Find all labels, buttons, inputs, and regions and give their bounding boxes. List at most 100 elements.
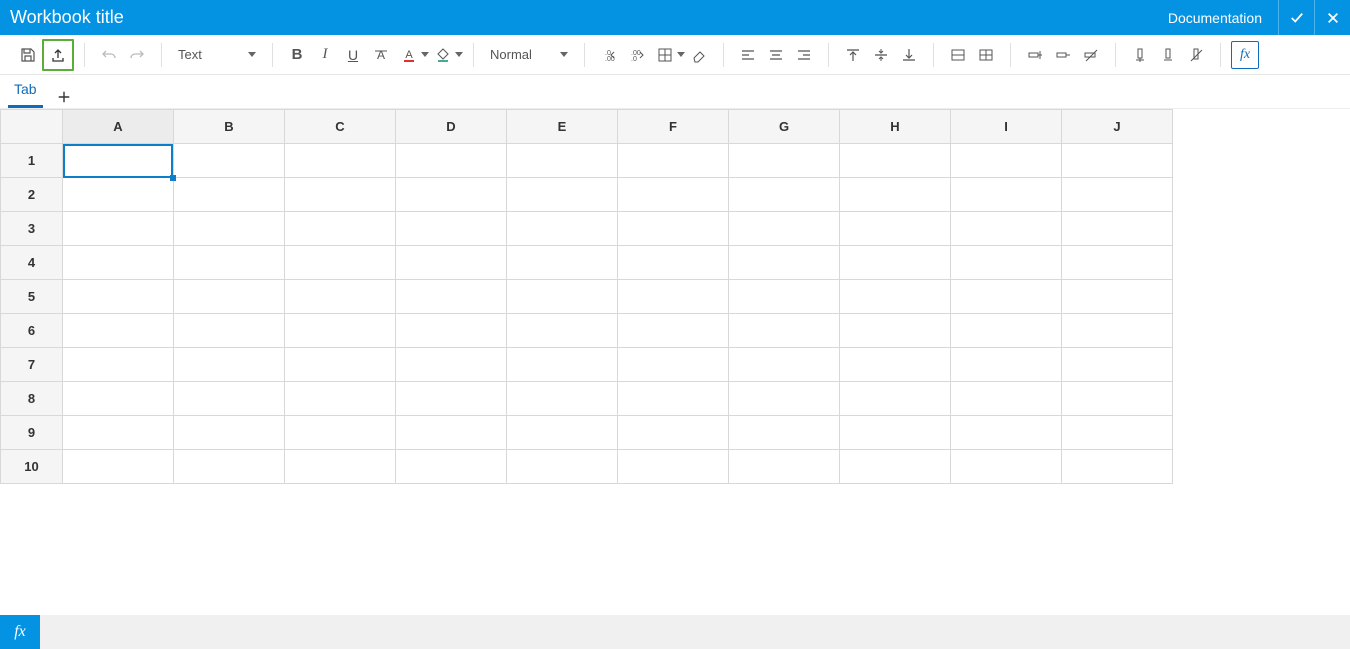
- select-all-corner[interactable]: [1, 110, 63, 144]
- cell[interactable]: [951, 348, 1062, 382]
- confirm-button[interactable]: [1278, 0, 1314, 35]
- cell[interactable]: [951, 382, 1062, 416]
- cell[interactable]: [285, 314, 396, 348]
- cell[interactable]: [729, 416, 840, 450]
- column-header[interactable]: D: [396, 110, 507, 144]
- cell[interactable]: [951, 178, 1062, 212]
- cell[interactable]: [729, 280, 840, 314]
- valign-middle-button[interactable]: [867, 41, 895, 69]
- cell[interactable]: [1062, 382, 1173, 416]
- cell[interactable]: [174, 144, 285, 178]
- cell[interactable]: [285, 280, 396, 314]
- cell[interactable]: [729, 246, 840, 280]
- cell[interactable]: [396, 450, 507, 484]
- cell-style-select[interactable]: Normal: [484, 42, 574, 68]
- valign-bottom-button[interactable]: [895, 41, 923, 69]
- cell[interactable]: [951, 416, 1062, 450]
- cell[interactable]: [285, 144, 396, 178]
- cell[interactable]: [63, 280, 174, 314]
- underline-button[interactable]: U: [339, 41, 367, 69]
- cell[interactable]: [618, 416, 729, 450]
- column-header[interactable]: C: [285, 110, 396, 144]
- row-header[interactable]: 3: [1, 212, 63, 246]
- cell[interactable]: [1062, 212, 1173, 246]
- decrease-decimal-button[interactable]: .0.00: [595, 41, 623, 69]
- row-header[interactable]: 8: [1, 382, 63, 416]
- cell[interactable]: [840, 314, 951, 348]
- cell[interactable]: [507, 212, 618, 246]
- cell[interactable]: [729, 348, 840, 382]
- cell[interactable]: [174, 246, 285, 280]
- cell[interactable]: [951, 212, 1062, 246]
- cell[interactable]: [507, 144, 618, 178]
- cell[interactable]: [840, 246, 951, 280]
- cell[interactable]: [840, 416, 951, 450]
- sheet-tab-active[interactable]: Tab: [8, 75, 43, 108]
- cell[interactable]: [618, 212, 729, 246]
- hide-row-button[interactable]: [1077, 41, 1105, 69]
- cell[interactable]: [63, 348, 174, 382]
- cell[interactable]: [729, 144, 840, 178]
- cell[interactable]: [618, 314, 729, 348]
- cell[interactable]: [174, 450, 285, 484]
- row-header[interactable]: 2: [1, 178, 63, 212]
- strikethrough-button[interactable]: A: [367, 41, 395, 69]
- selection-handle[interactable]: [170, 175, 176, 181]
- cell[interactable]: [174, 416, 285, 450]
- undo-button[interactable]: [95, 41, 123, 69]
- cell[interactable]: [729, 382, 840, 416]
- cell[interactable]: [840, 212, 951, 246]
- cell[interactable]: [1062, 348, 1173, 382]
- row-header[interactable]: 5: [1, 280, 63, 314]
- cell[interactable]: [63, 144, 174, 178]
- cell[interactable]: [285, 348, 396, 382]
- insert-column-button[interactable]: [1126, 41, 1154, 69]
- redo-button[interactable]: [123, 41, 151, 69]
- align-right-button[interactable]: [790, 41, 818, 69]
- cell[interactable]: [1062, 280, 1173, 314]
- cell[interactable]: [840, 144, 951, 178]
- cell[interactable]: [396, 416, 507, 450]
- cell[interactable]: [951, 450, 1062, 484]
- cell[interactable]: [840, 178, 951, 212]
- delete-row-button[interactable]: [1049, 41, 1077, 69]
- column-header[interactable]: H: [840, 110, 951, 144]
- row-header[interactable]: 4: [1, 246, 63, 280]
- cell[interactable]: [174, 314, 285, 348]
- cell[interactable]: [951, 280, 1062, 314]
- row-header[interactable]: 6: [1, 314, 63, 348]
- cell[interactable]: [951, 246, 1062, 280]
- cell[interactable]: [396, 314, 507, 348]
- cell[interactable]: [507, 178, 618, 212]
- column-header[interactable]: J: [1062, 110, 1173, 144]
- cell[interactable]: [618, 382, 729, 416]
- cell[interactable]: [285, 212, 396, 246]
- cell[interactable]: [507, 382, 618, 416]
- close-button[interactable]: [1314, 0, 1350, 35]
- borders-button[interactable]: [651, 41, 685, 69]
- cell[interactable]: [507, 348, 618, 382]
- cell[interactable]: [951, 314, 1062, 348]
- cell[interactable]: [63, 212, 174, 246]
- hide-column-button[interactable]: [1182, 41, 1210, 69]
- bold-button[interactable]: B: [283, 41, 311, 69]
- cell[interactable]: [729, 178, 840, 212]
- column-header[interactable]: B: [174, 110, 285, 144]
- cell[interactable]: [396, 246, 507, 280]
- cell[interactable]: [1062, 144, 1173, 178]
- cell[interactable]: [63, 416, 174, 450]
- export-button[interactable]: [44, 41, 72, 69]
- font-color-button[interactable]: A: [395, 41, 429, 69]
- formula-button[interactable]: fx: [1231, 41, 1259, 69]
- fill-color-button[interactable]: [429, 41, 463, 69]
- add-sheet-button[interactable]: [51, 86, 77, 108]
- cell[interactable]: [618, 144, 729, 178]
- cell[interactable]: [174, 178, 285, 212]
- cell[interactable]: [729, 212, 840, 246]
- column-header[interactable]: A: [63, 110, 174, 144]
- cell[interactable]: [396, 178, 507, 212]
- cell[interactable]: [174, 382, 285, 416]
- cell[interactable]: [729, 450, 840, 484]
- column-header[interactable]: G: [729, 110, 840, 144]
- cell[interactable]: [840, 450, 951, 484]
